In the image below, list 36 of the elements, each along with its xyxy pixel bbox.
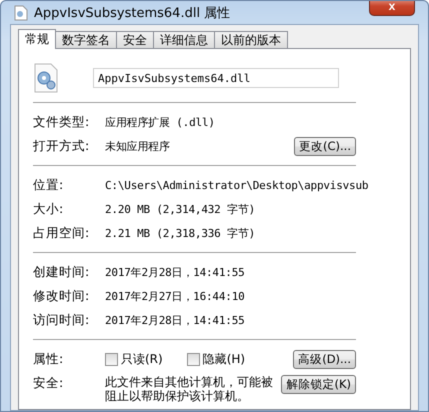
field-label: 文件类型: [33, 114, 90, 130]
field-label: 创建时间: [33, 264, 90, 280]
checkbox[interactable] [186, 352, 200, 366]
change-button[interactable]: 更改(C)... [294, 136, 356, 156]
field-value: 未知应用程序 [105, 138, 171, 154]
file-icon [14, 4, 28, 20]
security-text: 此文件来自其他计算机，可能被阻止以帮助保护该计算机。 [105, 375, 274, 403]
file-gear-icon [33, 63, 59, 93]
field-label: 位置: [33, 176, 64, 194]
field-value: 2017年2月28日，14:41:55 [105, 312, 246, 328]
field-value: 2017年2月27日，16:44:10 [105, 288, 246, 304]
field-label: 打开方式: [33, 138, 90, 154]
unblock-button[interactable]: 解除锁定(K) [281, 375, 356, 394]
checkbox[interactable] [105, 352, 118, 366]
field-label: 大小: [33, 200, 64, 218]
tab[interactable]: 数字签名 [55, 31, 117, 49]
field-label: 属性: [33, 350, 64, 368]
field-value: 2.21 MB (2,318,336 字节) [105, 226, 256, 240]
checkbox-label[interactable]: 只读(R) [121, 350, 163, 368]
field-value: 2.20 MB (2,314,432 字节) [105, 202, 256, 216]
field-label: 访问时间: [33, 312, 90, 328]
field-value: C:\Users\Administrator\Desktop\appvisvsub [105, 178, 370, 192]
window-title: AppvIsvSubsystems64.dll 属性 [34, 4, 232, 22]
advanced-button[interactable]: 高级(D)... [293, 350, 356, 368]
close-button[interactable]: x [369, 1, 415, 16]
tab[interactable]: 常规 [18, 29, 56, 49]
field-label: 占用空间: [33, 224, 90, 242]
field-label: 修改时间: [33, 288, 90, 304]
file-name-field[interactable]: AppvIsvSubsystems64.dll [93, 68, 339, 88]
tab[interactable]: 以前的版本 [214, 31, 288, 49]
field-value: 2017年2月28日，14:41:55 [105, 264, 246, 280]
field-label: 安全: [33, 375, 64, 392]
tab[interactable]: 安全 [116, 31, 154, 49]
tab[interactable]: 详细信息 [153, 31, 215, 49]
checkbox-label[interactable]: 隐藏(H) [202, 350, 246, 368]
field-value: 应用程序扩展 (.dll) [105, 114, 216, 130]
